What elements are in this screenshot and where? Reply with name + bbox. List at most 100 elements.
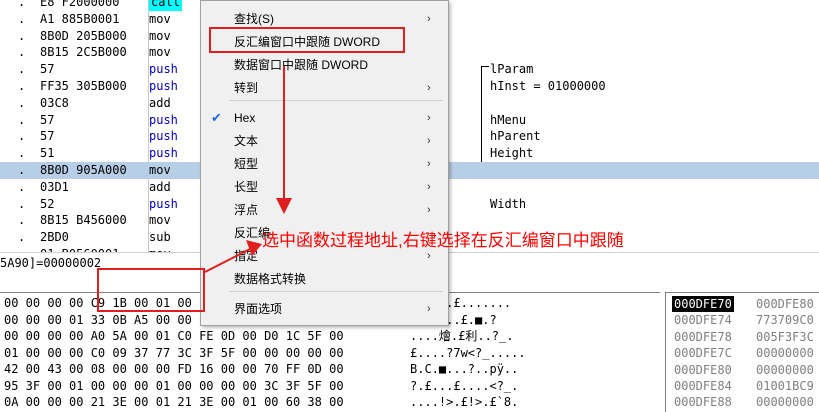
disasm-bytes: 8B0D 205B000 [40, 28, 127, 43]
disasm-comment: hParent [490, 129, 541, 144]
hex-row[interactable]: 95 3F 00 01 00 00 00 01 00 00 00 00 3C 3… [4, 378, 344, 394]
stack-value: 00000000 [756, 395, 814, 410]
disasm-opcode: push [149, 79, 178, 93]
stack-address: 000DFE80 [674, 362, 732, 377]
chevron-right-icon: › [427, 82, 431, 94]
menu-separator [229, 291, 443, 292]
stack-value: 00000000 [756, 362, 814, 377]
chevron-right-icon: › [427, 135, 431, 147]
ascii-row: ....!>.£!>.£`8. [410, 395, 519, 409]
disasm-comment: hMenu [490, 112, 527, 127]
stack-address: 000DFE74 [674, 313, 732, 328]
disasm-opcode: add [149, 95, 171, 110]
disasm-marker: . [18, 95, 26, 110]
disasm-bytes: 8B15 2C5B000 [40, 45, 127, 60]
stack-row[interactable]: 000DFE78 005F3F3C [666, 329, 819, 345]
menu-item-label: 浮点 [234, 203, 259, 217]
disasm-bytes: 8B0D 905A000 [40, 163, 127, 177]
disasm-bytes: 2BD0 [40, 230, 69, 245]
stack-address: 000DFE70 [672, 296, 734, 312]
stack-row[interactable]: 000DFE80 00000000 [666, 362, 819, 378]
chevron-right-icon: › [427, 181, 431, 193]
disasm-comment: lParam [490, 62, 534, 77]
disasm-opcode: push [149, 62, 178, 77]
disasm-opcode: mov [149, 45, 171, 60]
disasm-opcode: push [149, 129, 178, 144]
disasm-marker: . [18, 230, 26, 245]
menu-item-label: Hex [234, 111, 256, 125]
annotation-note: 选中函数过程地址,右键选择在反汇编窗口中跟随 [262, 231, 624, 250]
disasm-marker: . [18, 79, 26, 93]
menu-item[interactable]: 界面选项 › [201, 298, 448, 320]
stack-row[interactable]: 000DFE7C 00000000 [666, 345, 819, 361]
disasm-marker: . [18, 11, 26, 26]
disasm-bytes: 8B15 B456000 [40, 213, 127, 228]
disasm-opcode: call [149, 0, 182, 11]
chevron-right-icon: › [427, 204, 431, 216]
stack-address: 000DFE88 [674, 395, 732, 410]
disasm-marker: . [18, 213, 26, 228]
disasm-opcode: push [149, 146, 178, 161]
disasm-marker: . [18, 196, 26, 211]
menu-item-label: 长型 [234, 180, 259, 194]
disasm-marker: . [18, 129, 26, 144]
stack-row[interactable]: 000DFE84 01001BC9 [666, 378, 819, 394]
disasm-bytes: 03C8 [40, 95, 69, 110]
menu-item-label: 数据格式转换 [234, 272, 307, 286]
menu-item[interactable]: 长型 › [201, 176, 448, 198]
disasm-opcode: mov [149, 11, 171, 26]
disasm-bytes: FF35 305B000 [40, 79, 127, 93]
hex-row[interactable]: 0A 00 00 00 21 3E 00 01 21 3E 00 01 00 6… [4, 394, 344, 410]
disasm-marker: . [18, 0, 26, 9]
menu-separator [229, 100, 443, 101]
disasm-opcode: mov [149, 213, 171, 228]
disasm-comment: hInst = 01000000 [490, 79, 606, 93]
disasm-opcode: mov [149, 28, 171, 43]
menu-item[interactable]: 短型 › [201, 153, 448, 175]
stack-address: 000DFE7C [674, 346, 732, 361]
hex-row[interactable]: 42 00 43 00 08 00 00 00 FD 16 00 00 70 F… [4, 361, 344, 377]
stack-row[interactable]: 000DFE74 773709C0 [666, 312, 819, 328]
menu-item[interactable]: 数据窗口中跟随 DWORD [201, 54, 448, 76]
menu-item-label: 指定 [234, 249, 259, 263]
disasm-bytes: 52 [40, 196, 55, 211]
menu-item-label: 文本 [234, 134, 259, 148]
menu-item[interactable]: 数据格式转换 [201, 268, 448, 290]
disasm-opcode: mov [149, 163, 171, 177]
stack-value: 000DFE80 [756, 297, 814, 311]
disasm-bytes: 57 [40, 62, 55, 77]
menu-item[interactable]: ✔ Hex › [201, 107, 448, 129]
disasm-bytes: A1 885B0001 [40, 11, 120, 26]
disasm-marker: . [18, 179, 26, 194]
disasm-bytes: 51 [40, 146, 55, 161]
hex-row[interactable]: 00 00 00 00 A0 5A 00 01 C0 FE 0D 00 D0 1… [4, 328, 344, 344]
menu-item[interactable]: 文本 › [201, 130, 448, 152]
disasm-bytes: 57 [40, 129, 55, 144]
ascii-row: £....?7w<?_..... [410, 345, 526, 360]
stack-pane[interactable]: 000DFE70 000DFE80 000DFE74 773709C0 000DFE78… [665, 292, 819, 412]
stack-row[interactable]: 000DFE88 00000000 [666, 394, 819, 410]
stack-row[interactable]: 000DFE70 000DFE80 [666, 296, 819, 312]
stack-value: 01001BC9 [756, 379, 814, 393]
chevron-right-icon: › [427, 112, 431, 124]
highlight-box-menu-item [209, 27, 405, 53]
disasm-bytes: E8 F2000000 [40, 0, 120, 9]
disasm-marker: . [18, 45, 26, 60]
stack-address: 000DFE78 [674, 329, 732, 344]
disasm-marker: . [18, 28, 26, 43]
stack-address: 000DFE84 [674, 379, 732, 393]
menu-item-label: 数据窗口中跟随 DWORD [234, 58, 368, 72]
hex-row[interactable]: 01 00 00 00 C0 09 37 77 3C 3F 5F 00 00 0… [4, 345, 344, 361]
menu-item[interactable]: 转到 › [201, 77, 448, 99]
disasm-opcode: push [149, 196, 178, 211]
checkmark-icon: ✔ [211, 110, 222, 125]
disasm-marker: . [18, 112, 26, 127]
ascii-row: B.C.■...?..pÿ.. [410, 362, 519, 376]
ascii-row: ....燴.£利..?_. [410, 329, 514, 343]
menu-item[interactable]: 浮点 › [201, 199, 448, 221]
ascii-row: ?.£...£....<?_. [410, 378, 519, 393]
chevron-right-icon: › [427, 13, 431, 25]
highlight-box-hex [97, 268, 205, 312]
disasm-opcode: add [149, 179, 171, 194]
disasm-bytes: 03D1 [40, 179, 69, 194]
